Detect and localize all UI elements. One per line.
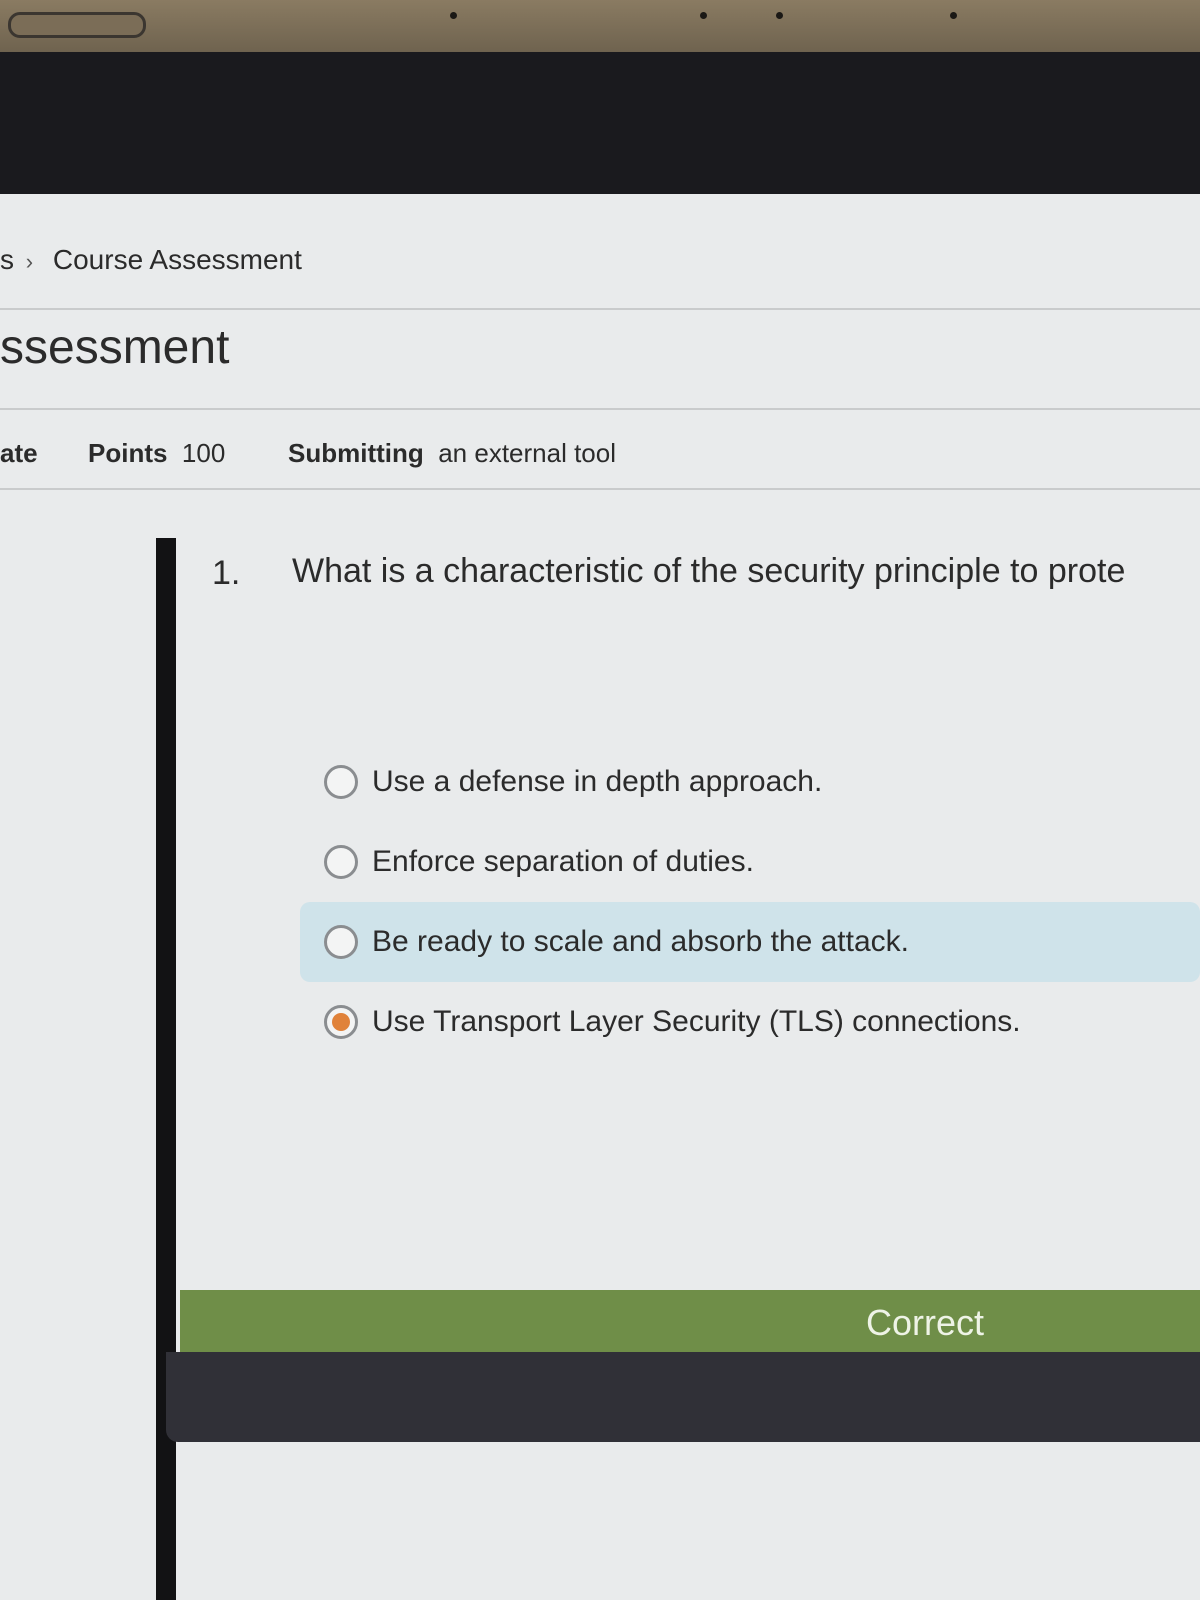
question-number: 1.	[212, 554, 241, 592]
question-text: What is a characteristic of the security…	[292, 552, 1126, 590]
result-banner: Correct	[180, 1290, 1200, 1352]
radio-button[interactable]	[324, 845, 358, 879]
radio-button[interactable]	[324, 765, 358, 799]
answer-label: Be ready to scale and absorb the attack.	[372, 925, 909, 958]
breadcrumb: s › Course Assessment	[0, 244, 302, 276]
screen: s › Course Assessment ssessment ate Poin…	[0, 194, 1200, 1600]
result-footer	[166, 1352, 1200, 1442]
divider	[0, 308, 1200, 310]
submitting-info: Submitting an external tool	[288, 438, 616, 469]
answer-option-hovered[interactable]: Be ready to scale and absorb the attack.	[300, 902, 1200, 982]
webcam-lens	[700, 12, 707, 19]
points-label: Points	[88, 438, 168, 468]
laptop-bezel	[0, 0, 1200, 52]
answer-option-selected[interactable]: Use Transport Layer Security (TLS) conne…	[300, 982, 1200, 1062]
meta-cut-label: ate	[0, 438, 38, 468]
breadcrumb-current: Course Assessment	[52, 244, 302, 275]
bezel-dot	[450, 12, 457, 19]
answer-label: Use Transport Layer Security (TLS) conne…	[372, 1005, 1021, 1038]
bezel-dot	[776, 12, 783, 19]
breadcrumb-separator: ›	[25, 249, 34, 274]
divider	[0, 488, 1200, 490]
page-title: ssessment	[0, 321, 230, 374]
screen-top-border	[0, 52, 1200, 194]
answer-label: Enforce separation of duties.	[372, 845, 754, 878]
points-value: 100	[181, 438, 226, 468]
radio-button[interactable]	[324, 925, 358, 959]
webcam-cover	[8, 12, 146, 38]
points-info: Points 100	[88, 438, 225, 469]
result-status: Correct	[866, 1302, 985, 1343]
submitting-label: Submitting	[288, 438, 424, 468]
answer-label: Use a defense in depth approach.	[372, 765, 823, 798]
bezel-dot	[950, 12, 957, 19]
breadcrumb-prev[interactable]: s	[0, 244, 14, 275]
divider	[0, 408, 1200, 410]
answer-option[interactable]: Use a defense in depth approach.	[300, 742, 1200, 822]
answer-option[interactable]: Enforce separation of duties.	[300, 822, 1200, 902]
radio-button-selected[interactable]	[324, 1005, 358, 1039]
submitting-value: an external tool	[438, 438, 617, 468]
